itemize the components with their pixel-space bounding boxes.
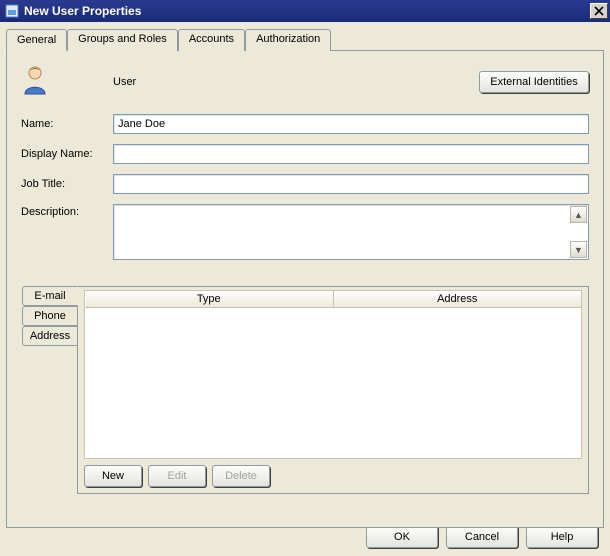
app-icon xyxy=(4,3,20,19)
delete-button[interactable]: Delete xyxy=(212,465,270,487)
description-label: Description: xyxy=(21,204,113,260)
display-name-label: Display Name: xyxy=(21,148,113,160)
grid-col-address[interactable]: Address xyxy=(334,291,582,307)
tab-general[interactable]: General xyxy=(6,29,67,51)
name-input[interactable] xyxy=(113,114,589,134)
grid-header: Type Address xyxy=(84,290,582,308)
dialog-client: General Groups and Roles Accounts Author… xyxy=(0,22,610,556)
cancel-button[interactable]: Cancel xyxy=(446,525,518,548)
contact-tab-email[interactable]: E-mail xyxy=(22,286,78,306)
tab-groups-and-roles[interactable]: Groups and Roles xyxy=(67,29,178,51)
dialog-button-bar: OK Cancel Help xyxy=(366,525,598,548)
tab-panel-general: User External Identities Name: Display N… xyxy=(6,50,604,528)
ok-button[interactable]: OK xyxy=(366,525,438,548)
job-title-input[interactable] xyxy=(113,174,589,194)
display-name-input[interactable] xyxy=(113,144,589,164)
tab-accounts[interactable]: Accounts xyxy=(178,29,245,51)
close-button[interactable] xyxy=(590,3,608,19)
scroll-down-icon[interactable]: ▼ xyxy=(570,241,587,258)
tab-strip: General Groups and Roles Accounts Author… xyxy=(6,28,604,50)
edit-button[interactable]: Edit xyxy=(148,465,206,487)
tab-authorization[interactable]: Authorization xyxy=(245,29,331,51)
external-identities-button[interactable]: External Identities xyxy=(479,71,589,93)
user-type-label: User xyxy=(113,76,479,88)
window-title: New User Properties xyxy=(24,4,590,18)
contact-list-panel: Type Address New Edit Delete xyxy=(77,286,589,494)
job-title-label: Job Title: xyxy=(21,178,113,190)
user-icon xyxy=(21,65,113,98)
help-button[interactable]: Help xyxy=(526,525,598,548)
grid-col-type[interactable]: Type xyxy=(85,291,334,307)
name-label: Name: xyxy=(21,118,113,130)
title-bar: New User Properties xyxy=(0,0,610,22)
grid-body[interactable] xyxy=(84,308,582,459)
contact-tabs: E-mail Phone Address xyxy=(21,286,77,494)
contact-tab-address[interactable]: Address xyxy=(22,326,78,346)
contact-tab-phone[interactable]: Phone xyxy=(22,306,78,326)
description-scrollbar[interactable]: ▲ ▼ xyxy=(570,206,587,258)
scroll-up-icon[interactable]: ▲ xyxy=(570,206,587,223)
new-button[interactable]: New xyxy=(84,465,142,487)
description-input[interactable]: ▲ ▼ xyxy=(113,204,589,260)
